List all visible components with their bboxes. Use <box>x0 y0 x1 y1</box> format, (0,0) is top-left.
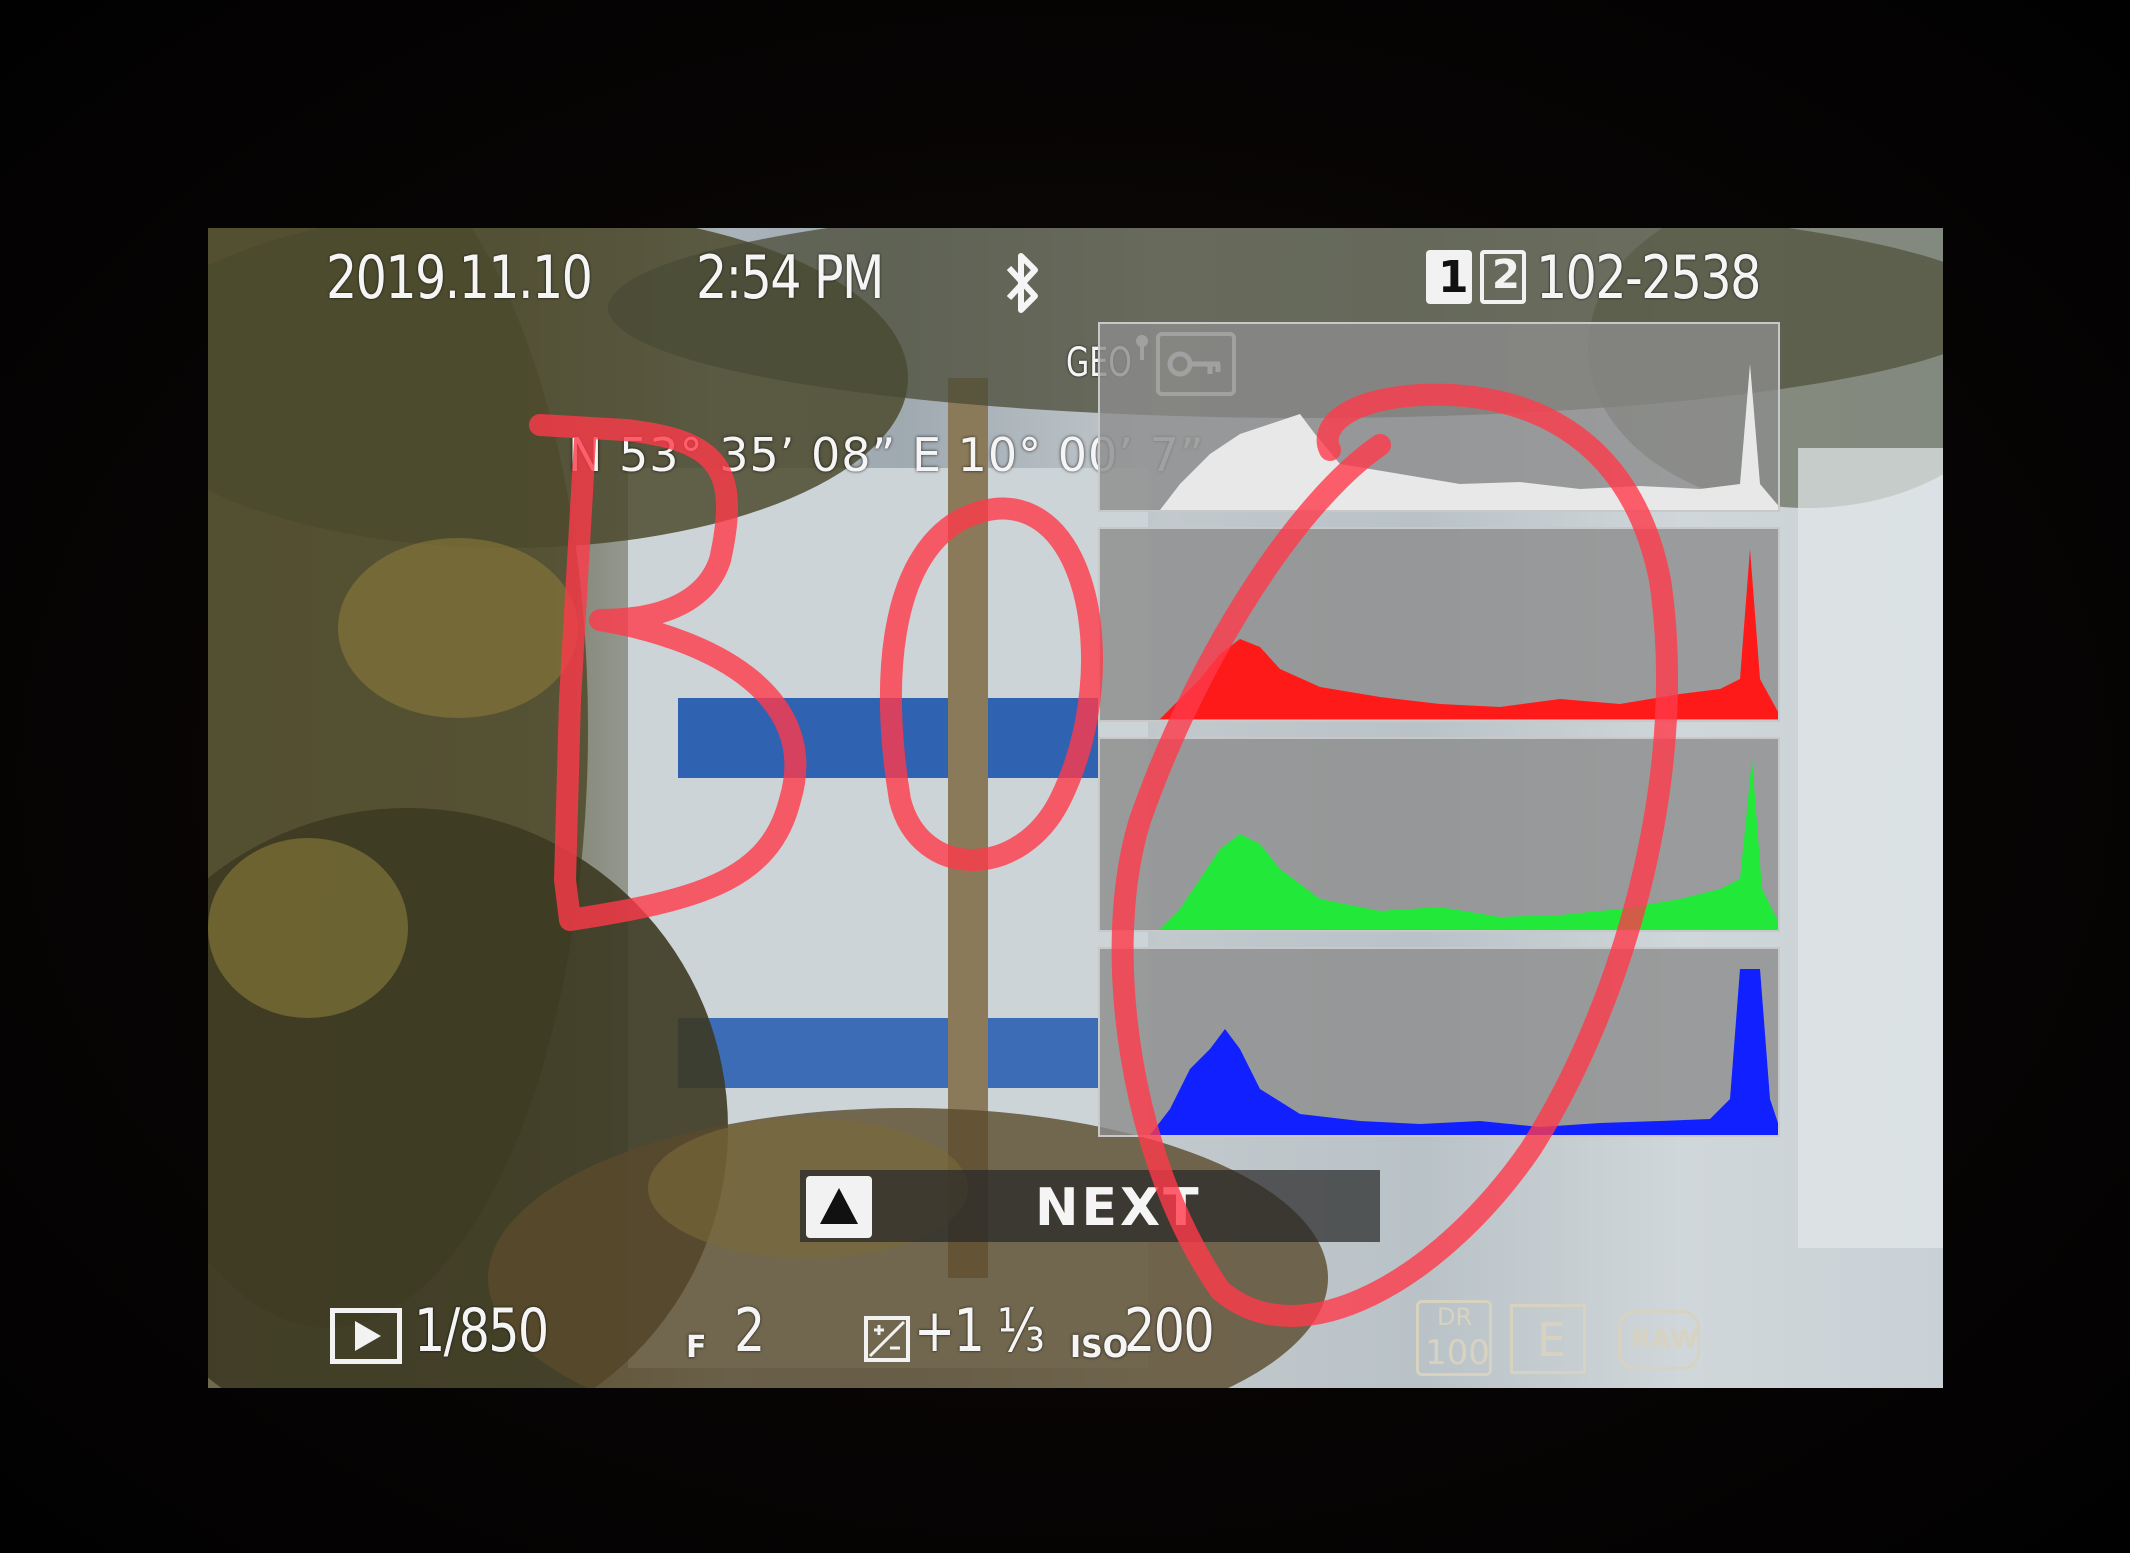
sd-slot-1-icon: 1 <box>1426 250 1472 304</box>
sd-slot-2-icon: 2 <box>1480 250 1526 304</box>
bluetooth-icon <box>1001 250 1045 316</box>
green-histogram <box>1098 737 1780 932</box>
film-sim-label: E <box>1537 1313 1567 1367</box>
film-sim-badge: E <box>1510 1304 1586 1374</box>
capture-time: 2:54 PM <box>696 243 884 313</box>
file-number: 102-2538 <box>1536 243 1761 313</box>
luminance-curve <box>1160 364 1778 510</box>
blue-curve <box>1150 969 1778 1135</box>
dr-label: DR <box>1437 1303 1473 1331</box>
dr-value: 100 <box>1425 1333 1490 1373</box>
histogram-panel <box>1098 322 1780 1137</box>
exposure-comp-value: +1 ⅓ <box>914 1296 1045 1366</box>
playback-icon <box>330 1308 402 1364</box>
aperture-prefix: F <box>686 1330 707 1365</box>
raw-badge: RAW <box>1618 1310 1700 1370</box>
dr-badge: DR 100 <box>1416 1300 1492 1376</box>
next-label: NEXT <box>1035 1178 1202 1238</box>
iso-label: ISO <box>1070 1330 1129 1365</box>
blue-histogram <box>1098 947 1780 1137</box>
aperture-value: 2 <box>734 1296 765 1366</box>
iso-value: 200 <box>1124 1296 1215 1366</box>
capture-date: 2019.11.10 <box>326 243 593 313</box>
up-arrow-icon[interactable] <box>806 1176 872 1238</box>
exposure-comp-icon <box>864 1316 910 1362</box>
red-histogram <box>1098 527 1780 722</box>
sd-slot-2-label: 2 <box>1492 252 1520 298</box>
sd-slot-1-label: 1 <box>1438 252 1469 303</box>
red-curve <box>1160 549 1778 719</box>
green-curve <box>1160 759 1778 929</box>
raw-label: RAW <box>1631 1325 1699 1355</box>
frame-counter: 1/850 <box>414 1296 549 1366</box>
luminance-histogram <box>1098 322 1780 512</box>
